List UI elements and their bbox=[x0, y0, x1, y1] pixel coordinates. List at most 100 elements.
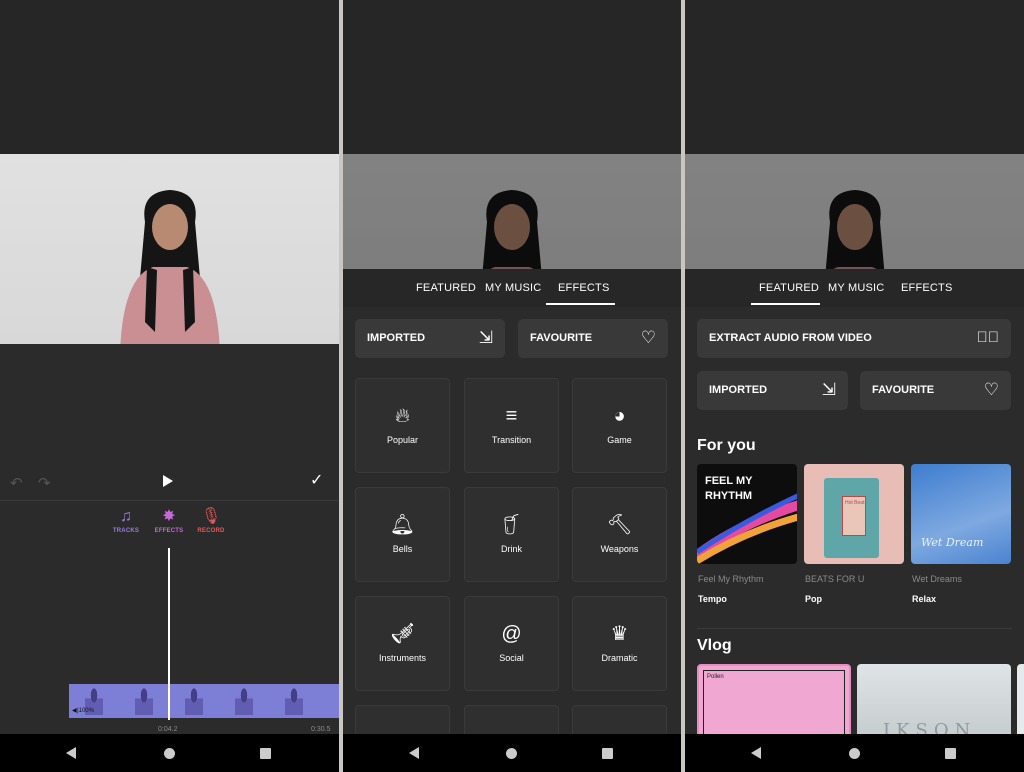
home-icon[interactable] bbox=[164, 748, 175, 759]
editor-screen: ↶ ↷ ✓ ♫ TRACKS ✸ EFFECTS 🎙︎ RECORD ◀)100… bbox=[0, 0, 339, 772]
effects-button[interactable]: ✸ EFFECTS bbox=[149, 506, 189, 534]
back-icon[interactable] bbox=[751, 747, 761, 759]
back-icon[interactable] bbox=[409, 747, 419, 759]
bell-icon: 🔔︎ bbox=[389, 514, 416, 536]
music-tabs: FEATURED MY MUSIC EFFECTS bbox=[685, 269, 1024, 307]
undo-icon[interactable]: ↶ bbox=[10, 474, 23, 492]
category-drink[interactable]: 🥤︎ Drink bbox=[464, 487, 559, 582]
vlog-album-pollen[interactable]: Pollen bbox=[697, 664, 851, 739]
tracks-button[interactable]: ♫ TRACKS bbox=[106, 506, 146, 534]
category-transition[interactable]: ≡ Transition bbox=[464, 378, 559, 473]
category-label: Dramatic bbox=[601, 653, 638, 663]
category-label: Weapons bbox=[600, 544, 639, 554]
album-name: BEATS FOR U bbox=[805, 574, 865, 584]
person-figure bbox=[119, 190, 220, 344]
album-genre: Relax bbox=[912, 594, 937, 604]
active-tab-indicator bbox=[546, 303, 615, 305]
total-time: 0:30.5 bbox=[311, 726, 331, 733]
album-cover-text: Wet Dream bbox=[921, 536, 984, 549]
for-you-heading: For you bbox=[697, 437, 756, 454]
category-label: Game bbox=[607, 435, 632, 445]
recents-icon[interactable] bbox=[260, 748, 271, 759]
microphone-icon: 🎙︎ bbox=[200, 508, 222, 525]
category-label: Bells bbox=[392, 544, 413, 554]
album-feel-my-rhythm[interactable]: FEEL MY RHYTHM bbox=[697, 464, 797, 564]
tab-effects[interactable]: EFFECTS bbox=[901, 282, 953, 294]
album-wet-dreams[interactable]: Wet Dream bbox=[911, 464, 1011, 564]
swoosh-icon: ≡ bbox=[505, 405, 518, 427]
home-icon[interactable] bbox=[849, 748, 860, 759]
favourite-button[interactable]: FAVOURITE ♡ bbox=[518, 319, 668, 358]
music-featured-screen: FEATURED MY MUSIC EFFECTS EXTRACT AUDIO … bbox=[685, 0, 1024, 772]
effects-label: EFFECTS bbox=[154, 528, 184, 534]
record-label: RECORD bbox=[197, 528, 225, 534]
tab-my-music[interactable]: MY MUSIC bbox=[828, 282, 884, 294]
category-dramatic[interactable]: ♛ Dramatic bbox=[572, 596, 667, 691]
clip-volume: ◀)100% bbox=[72, 708, 94, 714]
clip-thumbnail bbox=[135, 687, 153, 715]
category-game[interactable]: ◕ Game bbox=[572, 378, 667, 473]
recents-icon[interactable] bbox=[945, 748, 956, 759]
heart-icon: ♡ bbox=[983, 380, 999, 399]
divider bbox=[697, 628, 1012, 629]
favourite-label: FAVOURITE bbox=[872, 384, 935, 396]
album-cover-text: Hot Beat bbox=[845, 500, 865, 506]
category-label: Popular bbox=[386, 435, 419, 445]
at-icon: @ bbox=[501, 623, 522, 645]
vlog-album-ikson[interactable]: IKSON bbox=[857, 664, 1011, 739]
imported-button[interactable]: IMPORTED ⇲ bbox=[355, 319, 505, 358]
category-bells[interactable]: 🔔︎ Bells bbox=[355, 487, 450, 582]
pacman-icon: ◕ bbox=[613, 405, 626, 427]
tab-featured[interactable]: FEATURED bbox=[759, 282, 819, 294]
back-icon[interactable] bbox=[66, 747, 76, 759]
heart-icon: ♡ bbox=[640, 328, 656, 347]
playhead[interactable] bbox=[168, 548, 170, 720]
imported-button[interactable]: IMPORTED ⇲ bbox=[697, 371, 848, 410]
android-navbar bbox=[343, 734, 681, 772]
clip-thumbnail bbox=[185, 687, 203, 715]
current-time: 0:04.2 bbox=[158, 726, 178, 733]
top-area bbox=[0, 0, 339, 154]
music-tabs: FEATURED MY MUSIC EFFECTS bbox=[343, 269, 681, 307]
redo-icon[interactable]: ↷ bbox=[38, 474, 51, 492]
extract-audio-button[interactable]: EXTRACT AUDIO FROM VIDEO ▶⃞ bbox=[697, 319, 1011, 358]
album-beats-for-u[interactable]: Hot Beat bbox=[804, 464, 904, 564]
record-button[interactable]: 🎙︎ RECORD bbox=[191, 506, 231, 534]
favourite-button[interactable]: FAVOURITE ♡ bbox=[860, 371, 1011, 410]
check-icon[interactable]: ✓ bbox=[310, 470, 323, 490]
video-preview bbox=[685, 154, 1024, 269]
category-weapons[interactable]: 🔨︎ Weapons bbox=[572, 487, 667, 582]
category-label: Transition bbox=[491, 435, 532, 445]
cup-icon: 🥤︎ bbox=[498, 514, 525, 536]
album-name: Feel My Rhythm bbox=[698, 574, 764, 584]
recents-icon[interactable] bbox=[602, 748, 613, 759]
person-figure bbox=[482, 190, 542, 269]
category-popular[interactable]: 🔥︎ Popular bbox=[355, 378, 450, 473]
tab-featured[interactable]: FEATURED bbox=[416, 282, 476, 294]
imported-label: IMPORTED bbox=[367, 332, 426, 344]
sparkle-icon: ✸ bbox=[162, 508, 176, 525]
tracks-label: TRACKS bbox=[112, 528, 140, 534]
category-instruments[interactable]: 🎺︎ Instruments bbox=[355, 596, 450, 691]
android-navbar bbox=[685, 734, 1024, 772]
music-effects-screen: FEATURED MY MUSIC EFFECTS IMPORTED ⇲ FAV… bbox=[343, 0, 681, 772]
import-icon: ⇲ bbox=[478, 328, 493, 347]
tab-effects[interactable]: EFFECTS bbox=[558, 282, 610, 294]
home-icon[interactable] bbox=[506, 748, 517, 759]
video-preview bbox=[343, 154, 681, 269]
video-preview[interactable] bbox=[0, 154, 339, 344]
category-label: Social bbox=[499, 653, 524, 663]
album-cover-text: Pollen bbox=[707, 674, 724, 680]
jester-icon: ♛ bbox=[610, 623, 629, 645]
category-social[interactable]: @ Social bbox=[464, 596, 559, 691]
album-genre: Pop bbox=[805, 594, 822, 604]
video-clip-track[interactable]: ◀)100% bbox=[69, 684, 339, 718]
tab-my-music[interactable]: MY MUSIC bbox=[485, 282, 541, 294]
trumpet-icon: 🎺︎ bbox=[389, 623, 416, 645]
clip-thumbnail bbox=[235, 687, 253, 715]
vlog-album[interactable] bbox=[1017, 664, 1024, 739]
import-icon: ⇲ bbox=[821, 380, 836, 399]
category-label: Instruments bbox=[378, 653, 427, 663]
video-play-icon: ▶⃞ bbox=[976, 329, 1000, 346]
play-icon[interactable] bbox=[163, 475, 173, 487]
